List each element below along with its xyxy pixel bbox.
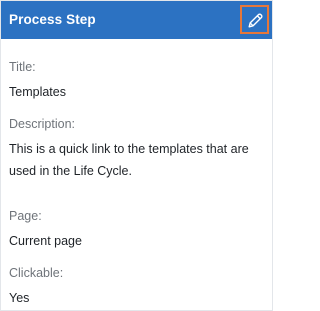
title-value: Templates — [9, 85, 66, 99]
description-value: This is a quick link to the templates th… — [9, 142, 249, 178]
title-label: Title: — [9, 60, 36, 74]
page-label: Page: — [9, 209, 42, 223]
clickable-value: Yes — [9, 291, 30, 305]
page-value: Current page — [9, 234, 82, 248]
clickable-label: Clickable: — [9, 266, 64, 280]
process-step-panel: Process Step Title: Templates Descriptio… — [0, 0, 273, 311]
edit-button[interactable] — [240, 5, 269, 34]
description-label: Description: — [9, 117, 75, 131]
panel-title: Process Step — [9, 12, 96, 27]
panel-header: Process Step — [1, 1, 272, 39]
pencil-icon — [248, 13, 263, 28]
